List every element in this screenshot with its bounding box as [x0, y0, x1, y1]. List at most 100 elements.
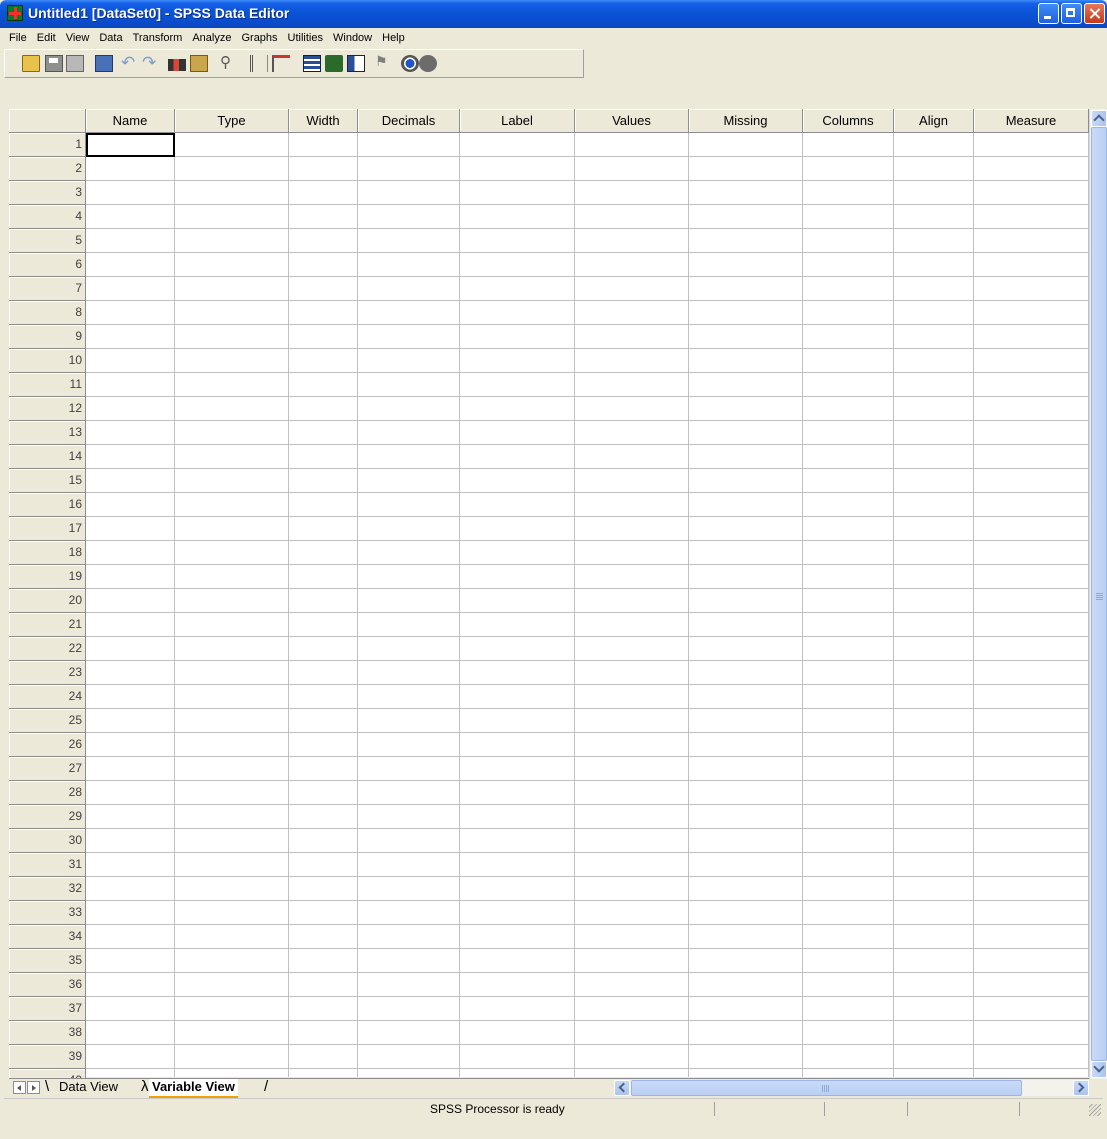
menu-file[interactable]: File	[4, 32, 32, 44]
tab-next-arrow-icon[interactable]	[27, 1081, 40, 1094]
status-divider	[824, 1102, 825, 1116]
active-cell[interactable]	[86, 133, 175, 157]
spss-app-icon[interactable]	[7, 5, 23, 21]
row-header[interactable]: 2	[9, 157, 86, 181]
menu-utilities[interactable]: Utilities	[283, 32, 328, 44]
select-cases-icon[interactable]	[347, 55, 365, 72]
grid-cells[interactable]	[86, 133, 1089, 1077]
show-all-variables-icon[interactable]	[419, 55, 437, 72]
row-header[interactable]: 4	[9, 205, 86, 229]
row-header[interactable]: 10	[9, 349, 86, 373]
row-header[interactable]: 28	[9, 781, 86, 805]
menu-analyze[interactable]: Analyze	[187, 32, 236, 44]
open-icon[interactable]	[22, 55, 40, 72]
row-header[interactable]: 3	[9, 181, 86, 205]
grid-column-line	[459, 133, 460, 1077]
split-file-icon[interactable]	[303, 55, 321, 72]
weight-cases-icon[interactable]	[325, 55, 343, 72]
menu-window[interactable]: Window	[328, 32, 377, 44]
column-header-measure[interactable]: Measure	[974, 109, 1089, 133]
row-header[interactable]: 1	[9, 133, 86, 157]
row-header[interactable]: 36	[9, 973, 86, 997]
menu-transform[interactable]: Transform	[128, 32, 188, 44]
column-header-missing[interactable]: Missing	[689, 109, 803, 133]
menu-data[interactable]: Data	[94, 32, 127, 44]
column-header-align[interactable]: Align	[894, 109, 974, 133]
save-icon[interactable]	[45, 55, 63, 72]
row-header[interactable]: 21	[9, 613, 86, 637]
tab-variable-view[interactable]: Variable View	[149, 1079, 238, 1098]
row-header[interactable]: 18	[9, 541, 86, 565]
maximize-button[interactable]	[1061, 3, 1082, 24]
menu-help[interactable]: Help	[377, 32, 410, 44]
row-header[interactable]: 33	[9, 901, 86, 925]
row-header[interactable]: 38	[9, 1021, 86, 1045]
row-header[interactable]: 5	[9, 229, 86, 253]
row-header[interactable]: 34	[9, 925, 86, 949]
row-header[interactable]: 12	[9, 397, 86, 421]
scroll-right-arrow-icon[interactable]	[1073, 1080, 1089, 1096]
go-to-case-icon[interactable]	[168, 59, 186, 71]
row-header[interactable]: 29	[9, 805, 86, 829]
row-header[interactable]: 32	[9, 877, 86, 901]
row-header[interactable]: 24	[9, 685, 86, 709]
row-header[interactable]: 31	[9, 853, 86, 877]
row-header[interactable]: 35	[9, 949, 86, 973]
scroll-left-arrow-icon[interactable]	[614, 1080, 630, 1096]
row-header[interactable]: 17	[9, 517, 86, 541]
row-header[interactable]: 13	[9, 421, 86, 445]
scroll-down-arrow-icon[interactable]	[1091, 1061, 1107, 1078]
column-header-columns[interactable]: Columns	[803, 109, 894, 133]
variables-icon[interactable]	[190, 55, 208, 72]
row-header[interactable]: 20	[9, 589, 86, 613]
vertical-scrollbar[interactable]	[1089, 109, 1107, 1079]
row-header[interactable]: 15	[9, 469, 86, 493]
print-icon[interactable]	[66, 55, 84, 72]
dialog-recall-icon[interactable]	[95, 55, 113, 72]
resize-grip-icon[interactable]	[1089, 1104, 1101, 1116]
minimize-button[interactable]	[1038, 3, 1059, 24]
column-header-width[interactable]: Width	[289, 109, 358, 133]
tab-data-view[interactable]: Data View	[55, 1079, 122, 1096]
tab-prev-arrow-icon[interactable]	[13, 1081, 26, 1094]
column-header-decimals[interactable]: Decimals	[358, 109, 460, 133]
row-header[interactable]: 6	[9, 253, 86, 277]
value-labels-icon[interactable]: ⚑	[375, 53, 393, 70]
grid-corner[interactable]	[9, 109, 86, 133]
title-bar[interactable]: Untitled1 [DataSet0] - SPSS Data Editor	[0, 0, 1107, 28]
find-icon[interactable]: ⚲	[220, 53, 238, 71]
insert-variable-icon[interactable]	[272, 55, 290, 72]
column-header-values[interactable]: Values	[575, 109, 689, 133]
row-header[interactable]: 23	[9, 661, 86, 685]
row-header[interactable]: 9	[9, 325, 86, 349]
horizontal-scrollbar[interactable]	[614, 1080, 1089, 1096]
row-header[interactable]: 19	[9, 565, 86, 589]
row-header[interactable]: 26	[9, 733, 86, 757]
column-header-name[interactable]: Name	[86, 109, 175, 133]
row-header[interactable]: 7	[9, 277, 86, 301]
row-header[interactable]: 22	[9, 637, 86, 661]
column-header-type[interactable]: Type	[175, 109, 289, 133]
close-button[interactable]	[1084, 3, 1105, 24]
menu-view[interactable]: View	[61, 32, 95, 44]
row-header[interactable]: 8	[9, 301, 86, 325]
tab-separator: /	[264, 1078, 269, 1095]
use-sets-icon[interactable]	[401, 55, 419, 72]
row-header[interactable]: 39	[9, 1045, 86, 1069]
scroll-up-arrow-icon[interactable]	[1091, 110, 1107, 127]
row-header[interactable]: 14	[9, 445, 86, 469]
row-header[interactable]: 37	[9, 997, 86, 1021]
vertical-scroll-thumb[interactable]	[1091, 127, 1107, 1061]
menu-graphs[interactable]: Graphs	[236, 32, 282, 44]
menu-edit[interactable]: Edit	[32, 32, 61, 44]
horizontal-scroll-thumb[interactable]	[631, 1080, 1022, 1096]
row-header[interactable]: 16	[9, 493, 86, 517]
row-header[interactable]: 25	[9, 709, 86, 733]
row-header[interactable]: 11	[9, 373, 86, 397]
row-header[interactable]: 30	[9, 829, 86, 853]
insert-cases-icon[interactable]	[250, 55, 268, 72]
redo-icon[interactable]: ↷	[142, 53, 160, 72]
row-header[interactable]: 27	[9, 757, 86, 781]
column-header-label[interactable]: Label	[460, 109, 575, 133]
undo-icon[interactable]: ↶	[121, 53, 139, 72]
